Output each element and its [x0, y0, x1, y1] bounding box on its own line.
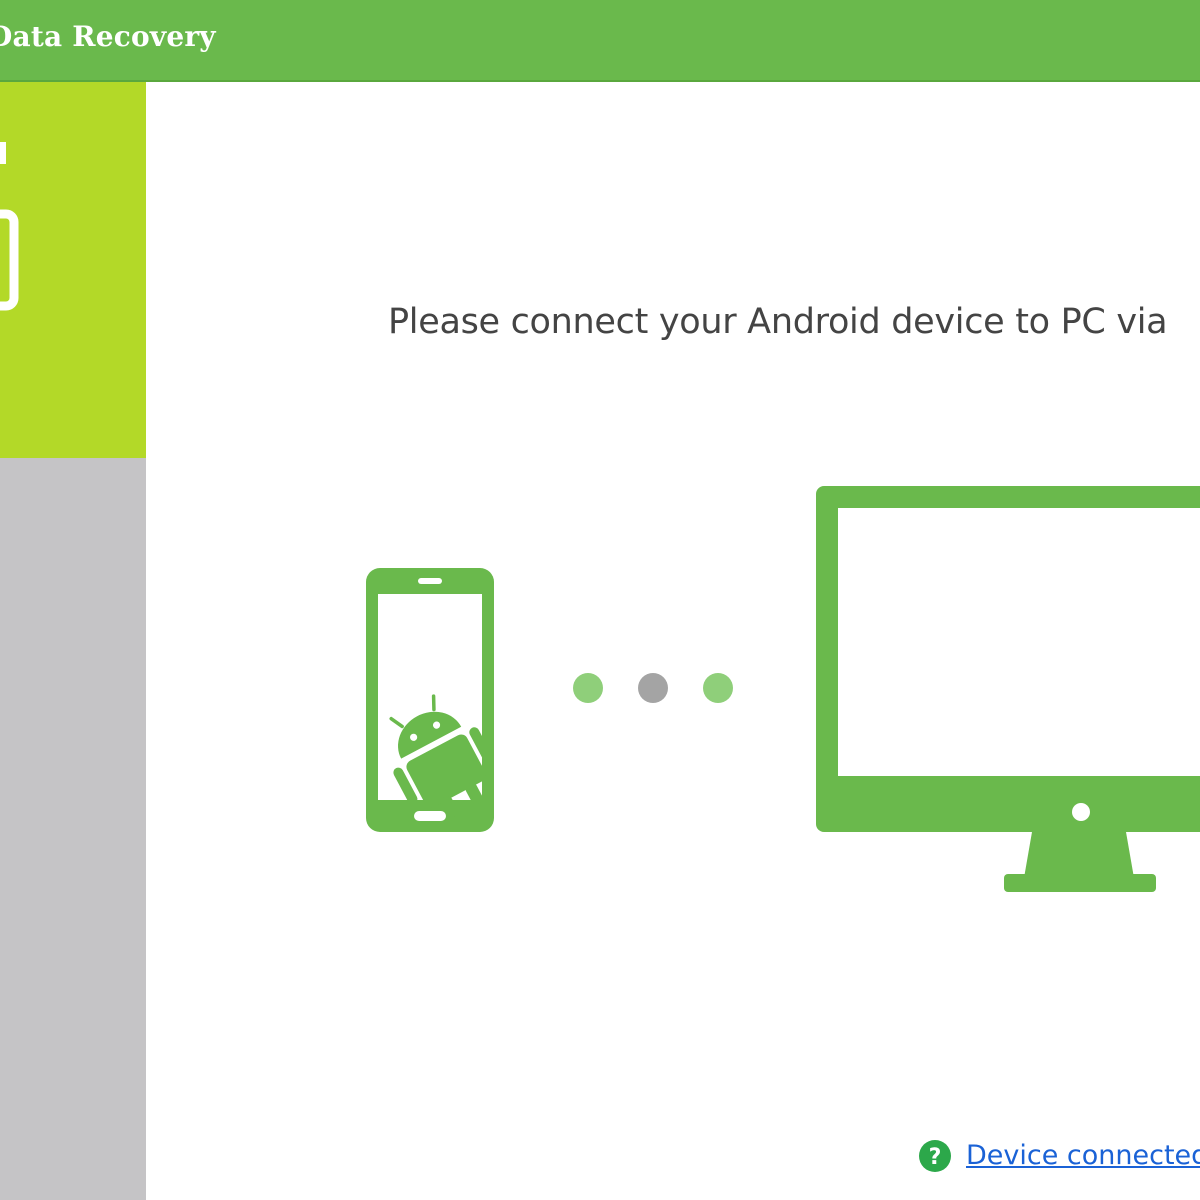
help-icon: ? [919, 1140, 951, 1172]
sidebar: e pe [0, 82, 146, 1200]
connection-dot [573, 673, 603, 703]
android-phone-icon [366, 568, 494, 832]
app-window: Data Recovery e pe Please connect your A… [0, 0, 1200, 1200]
app-title: Data Recovery [0, 20, 216, 53]
connection-dot [703, 673, 733, 703]
sidebar-item-connect-device[interactable]: e [0, 82, 146, 458]
connect-instruction: Please connect your Android device to PC… [388, 302, 1168, 342]
svg-text:?: ? [929, 1145, 942, 1170]
main-panel: Please connect your Android device to PC… [146, 82, 1200, 1200]
title-bar: Data Recovery [0, 0, 1200, 82]
connection-dot [638, 673, 668, 703]
phone-outline-icon [0, 142, 19, 311]
monitor-icon [816, 486, 1200, 892]
device-status-link[interactable]: Device connected, b [966, 1140, 1200, 1171]
sidebar-item-file-type[interactable]: pe [0, 458, 146, 1200]
